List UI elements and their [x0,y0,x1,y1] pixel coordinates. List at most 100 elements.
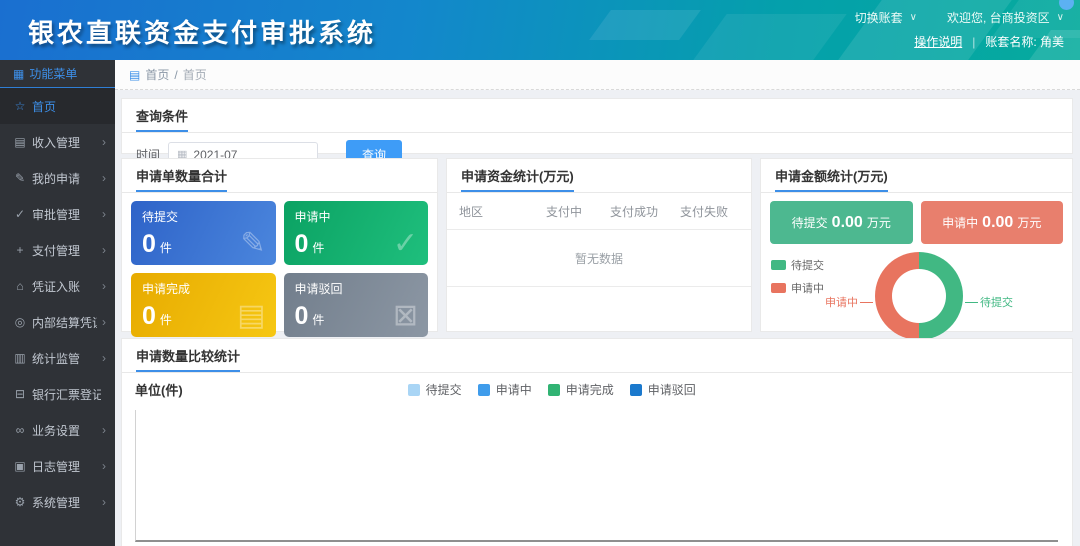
card-icon: ⊟ [13,387,27,401]
comparison-chart-title: 申请数量比较统计 [136,346,240,372]
chevron-right-icon: › [102,207,106,221]
donut-label-applying: 申请中 [825,294,873,310]
chevron-right-icon: › [102,495,106,509]
query-panel-title: 查询条件 [136,106,188,132]
card-completed: 申请完成 0件 ▤ [131,273,276,337]
amount-statistics-panel: 申请金额统计(万元) 待提交 0.00 万元 申请中 0.00 万元 [760,158,1073,332]
amount-statistics-title: 申请金额统计(万元) [775,166,888,192]
target-icon: ◎ [13,315,27,329]
chevron-right-icon: › [102,243,106,257]
divider: | [972,35,975,49]
header-decoration [589,10,701,40]
briefcase-icon: ⌂ [13,279,27,293]
operation-guide-link[interactable]: 操作说明 [914,33,962,50]
sidebar-item-system-mgmt[interactable]: ⚙ 系统管理 › [0,484,115,520]
card-value: 0 [142,302,156,330]
breadcrumb-current: 首页 [183,66,207,83]
sidebar-item-voucher-entry[interactable]: ⌂ 凭证入账 › [0,268,115,304]
card-pending-submit: 待提交 0件 ✎ [131,201,276,265]
sidebar-item-log-mgmt[interactable]: ▣ 日志管理 › [0,448,115,484]
check-icon: ✓ [13,207,27,221]
legend-item-rejected[interactable]: 申请驳回 [630,381,696,398]
sidebar-item-payment-mgmt[interactable]: + 支付管理 › [0,232,115,268]
sidebar-item-internal-settlement[interactable]: ◎ 内部结算凭证 › [0,304,115,340]
chevron-right-icon: › [102,315,106,329]
sidebar-item-bank-draft-register[interactable]: ⊟ 银行汇票登记 [0,376,115,412]
chevron-right-icon: › [102,351,106,365]
card-applying: 申请中 0件 ✓ [284,201,429,265]
sidebar-header-label: 功能菜单 [29,65,77,82]
card-rejected: 申请驳回 0件 ⊠ [284,273,429,337]
app-header: 银农直联资金支付审批系统 切换账套 ∨ 欢迎您, 台商投资区 ∨ 操作说明 | … [0,0,1080,60]
applying-amount-value: 0.00 [982,214,1013,232]
list-check-icon: ✓ [393,226,418,261]
document-x-icon: ⊠ [393,298,418,333]
gear-icon: ⚙ [13,495,27,509]
sidebar: ▦ 功能菜单 ☆ 首页 ▤ 收入管理 › ✎ 我的申请 › ✓ 审批管理 › +… [0,60,115,546]
chevron-down-icon: ∨ [910,12,917,23]
funds-statistics-title: 申请资金统计(万元) [461,166,574,192]
chevron-right-icon: › [102,171,106,185]
switch-account-dropdown[interactable]: 切换账套 ∨ [855,9,917,26]
bar-chart-plot-area [135,410,1058,542]
legend-swatch [771,283,786,293]
sidebar-item-home[interactable]: ☆ 首页 [0,88,115,124]
column-region: 地区 [459,203,529,220]
sidebar-item-business-settings[interactable]: ∞ 业务设置 › [0,412,115,448]
card-value: 0 [295,302,309,330]
pending-amount-value: 0.00 [832,214,863,232]
legend-swatch [771,260,786,270]
donut-label-pending: 待提交 [965,294,1013,310]
pencil-icon: ✎ [13,171,27,185]
column-pay-success: 支付成功 [599,203,669,220]
legend-item-completed[interactable]: 申请完成 [548,381,614,398]
breadcrumb-root[interactable]: 首页 [145,66,169,83]
table-header: 地区 支付中 支付成功 支付失败 [447,193,751,230]
application-count-panel: 申请单数量合计 待提交 0件 ✎ 申请中 0件 ✓ 申请完成 0件 ▤ [121,158,438,332]
link-icon: ∞ [13,423,27,437]
application-count-title: 申请单数量合计 [136,166,227,192]
menu-grid-icon: ▦ [13,67,24,81]
user-dropdown[interactable]: 欢迎您, 台商投资区 ∨ [947,9,1064,26]
bar-chart-icon: ▥ [13,351,27,365]
sidebar-item-statistics-supervision[interactable]: ▥ 统计监管 › [0,340,115,376]
column-paying: 支付中 [529,203,599,220]
legend-item-applying[interactable]: 申请中 [478,381,532,398]
welcome-label: 欢迎您, 台商投资区 [947,9,1050,26]
legend-swatch [630,384,642,396]
chevron-right-icon: › [102,135,106,149]
query-panel: 查询条件 时间 ▦ 2021-07 查询 [121,98,1073,154]
chart-legend: 待提交 申请中 申请完成 申请驳回 [408,381,696,398]
sidebar-item-income-mgmt[interactable]: ▤ 收入管理 › [0,124,115,160]
chevron-right-icon: › [102,459,106,473]
chevron-right-icon: › [102,423,106,437]
sidebar-item-approval-mgmt[interactable]: ✓ 审批管理 › [0,196,115,232]
legend-swatch [408,384,420,396]
legend-item-pending[interactable]: 待提交 [771,257,824,273]
donut-chart-area: 待提交 申请中 申请中 待提交 [761,252,1072,342]
unit-label: 单位(件) [135,380,183,399]
account-name-label: 账套名称: 角美 [985,33,1064,50]
sidebar-header: ▦ 功能菜单 [0,60,115,88]
legend-swatch [548,384,560,396]
empty-data-text: 暂无数据 [447,230,751,287]
sidebar-item-my-applications[interactable]: ✎ 我的申请 › [0,160,115,196]
applying-amount-button[interactable]: 申请中 0.00 万元 [921,201,1064,244]
plus-icon: + [13,243,27,257]
document-icon: ▤ [13,135,27,149]
breadcrumb: ▤ 首页 / 首页 [115,60,1080,90]
star-icon: ☆ [13,99,27,113]
legend-item-pending[interactable]: 待提交 [408,381,462,398]
donut-chart [875,252,963,340]
edit-square-icon: ▣ [13,459,27,473]
comparison-chart-panel: 申请数量比较统计 单位(件) 待提交 申请中 申请完成 申请 [121,338,1073,546]
main-content: 查询条件 时间 ▦ 2021-07 查询 申请单数量合计 待提交 0件 ✎ [115,90,1080,546]
pending-amount-button[interactable]: 待提交 0.00 万元 [770,201,913,244]
funds-statistics-panel: 申请资金统计(万元) 地区 支付中 支付成功 支付失败 暂无数据 [446,158,752,332]
card-value: 0 [142,230,156,258]
header-decoration [693,14,846,60]
chevron-right-icon: › [102,279,106,293]
column-pay-failed: 支付失败 [669,203,739,220]
breadcrumb-separator: / [174,68,177,82]
legend-item-applying[interactable]: 申请中 [771,280,824,296]
